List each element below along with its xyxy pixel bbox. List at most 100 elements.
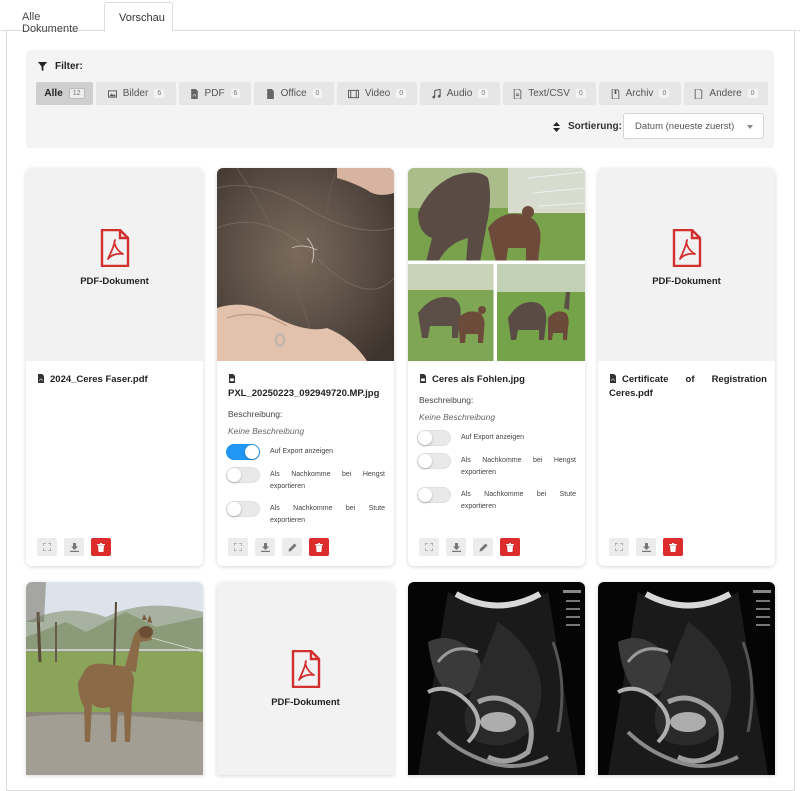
chip-count: 0 [575,89,586,98]
download-button[interactable] [446,538,466,556]
download-icon [451,542,461,552]
image-file-icon [229,374,235,383]
download-button[interactable] [636,538,656,556]
chevron-down-icon [747,125,753,129]
chip-label: Bilder [122,88,149,99]
pdf-thumbnail-label: PDF-Dokument [80,275,149,287]
edit-button[interactable] [473,538,493,556]
document-card: PDF-Dokument [217,582,394,775]
stallion-toggle[interactable] [226,467,260,483]
chip-label: Alle [44,88,63,99]
expand-icon [43,543,51,551]
image-icon [107,89,117,98]
filter-chip-other[interactable]: Andere 0 [684,82,768,105]
sort-select[interactable]: Datum (neueste zuerst) [623,113,764,139]
tab-bar: Alle Dokumente Vorschau [0,0,800,35]
filter-panel: Filter: Alle 12 Bilder 6 PDF 6 Office 0 … [26,50,774,148]
pdf-file-icon [291,649,320,688]
image-thumbnail[interactable] [408,582,585,775]
expand-button[interactable] [419,538,439,556]
expand-icon [234,543,242,551]
image-thumbnail[interactable] [598,582,775,775]
document-card [598,582,775,775]
delete-button[interactable] [309,538,329,556]
edit-button[interactable] [282,538,302,556]
description-label: Beschreibung: [419,395,474,405]
chip-count: 0 [478,89,489,98]
image-thumbnail[interactable] [26,582,203,775]
chip-label: Archiv [625,88,654,99]
chip-count: 6 [230,89,241,98]
delete-button[interactable] [663,538,683,556]
file-name-text: Ceres als Fohlen.jpg [432,374,525,385]
chip-count: 6 [154,89,165,98]
mare-toggle[interactable] [226,501,260,517]
sort-value: Datum (neueste zuerst) [635,121,735,132]
filter-chip-archive[interactable]: Archiv 0 [599,82,681,105]
chip-count: 0 [659,89,670,98]
chip-count: 0 [312,89,323,98]
filter-chip-audio[interactable]: Audio 0 [420,82,500,105]
expand-button[interactable] [609,538,629,556]
download-icon [69,542,79,552]
pdf-icon [190,88,198,99]
toggle-knob [418,488,432,502]
export-toggle[interactable] [417,430,451,446]
delete-button[interactable] [500,538,520,556]
expand-button[interactable] [228,538,248,556]
file-name: Certificate of Registration Ceres.pdf [609,373,767,401]
film-icon [347,89,359,98]
image-thumbnail[interactable] [408,168,585,361]
document-card: Ceres als Fohlen.jpg Beschreibung: Keine… [408,168,585,566]
sort-icon [553,121,560,132]
document-card [26,582,203,775]
trash-icon [97,542,105,552]
stallion-toggle-label: Als Nachkomme bei Hengst exportieren [270,471,385,490]
document-card: PDF-Dokument 2024_Ceres Faser.pdf [26,168,203,566]
filter-chip-pdf[interactable]: PDF 6 [179,82,251,105]
pdf-icon [610,374,616,383]
pdf-thumbnail-label: PDF-Dokument [271,696,340,708]
download-button[interactable] [255,538,275,556]
sort-heading: Sortierung: [553,121,622,132]
expand-icon [425,543,433,551]
filter-icon [38,62,47,71]
mare-toggle[interactable] [417,487,451,503]
filter-chip-images[interactable]: Bilder 6 [96,82,176,105]
chip-label: Office [280,88,307,99]
file-icon [695,88,703,99]
file-name-text: 2024_Ceres Faser.pdf [50,374,148,385]
stallion-toggle[interactable] [417,453,451,469]
pdf-thumbnail[interactable]: PDF-Dokument [598,168,775,361]
export-toggle-label: Auf Export anzeigen [270,448,334,455]
stallion-toggle-label: Als Nachkomme bei Hengst exportieren [461,457,576,476]
file-name: Ceres als Fohlen.jpg [419,373,577,387]
tab-all-documents[interactable]: Alle Dokumente [8,2,104,35]
filter-chip-office[interactable]: Office 0 [254,82,334,105]
pdf-thumbnail[interactable]: PDF-Dokument [217,582,394,775]
image-thumbnail[interactable] [217,168,394,361]
toggle-knob [227,468,241,482]
pdf-file-icon [100,228,129,267]
download-button[interactable] [64,538,84,556]
delete-button[interactable] [91,538,111,556]
download-icon [641,542,651,552]
chip-count: 0 [747,89,758,98]
toggle-knob [245,445,259,459]
export-toggle[interactable] [226,444,260,460]
expand-button[interactable] [37,538,57,556]
pdf-thumbnail[interactable]: PDF-Dokument [26,168,203,361]
filter-chip-video[interactable]: Video 0 [337,82,417,105]
tab-preview[interactable]: Vorschau [104,2,173,32]
trash-icon [506,542,514,552]
description-value: Keine Beschreibung [419,412,496,422]
export-toggle-label: Auf Export anzeigen [461,434,525,441]
filter-chip-all[interactable]: Alle 12 [36,82,93,105]
document-card: PDF-Dokument Certificate of Registration… [598,168,775,566]
filter-chip-text-csv[interactable]: Text/CSV 0 [503,82,596,105]
music-icon [432,88,441,98]
text-file-icon [513,88,522,99]
toggle-knob [418,431,432,445]
archive-icon [611,88,619,99]
image-file-icon [420,374,426,383]
